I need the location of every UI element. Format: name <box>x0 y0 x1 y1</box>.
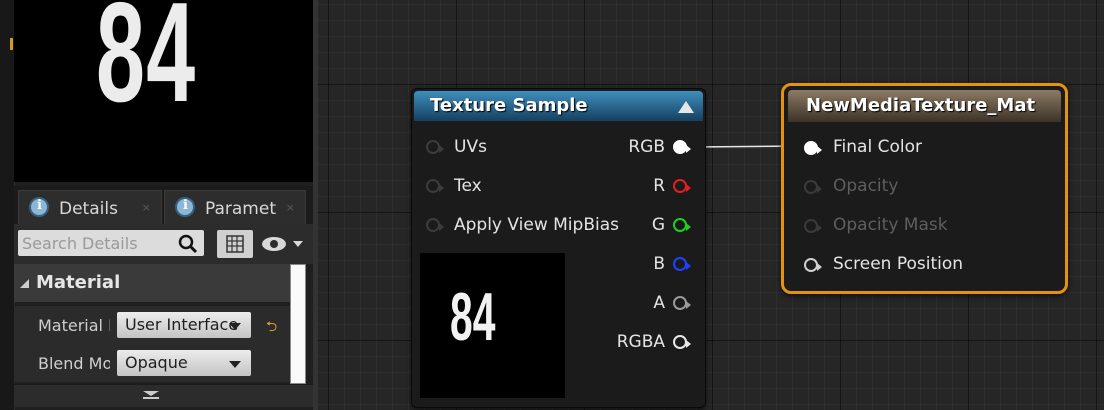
texture-thumbnail: 84 <box>420 253 565 398</box>
output-pin-a[interactable] <box>673 296 691 310</box>
input-label-final-color: Final Color <box>833 137 922 157</box>
input-label-opacity: Opacity <box>833 176 899 196</box>
texture-sample-node[interactable]: Texture Sample UVs Tex Apply View MipBia… <box>411 88 706 408</box>
output-label-g: G <box>651 215 665 235</box>
input-pin[interactable] <box>426 218 444 232</box>
node-title: Texture Sample <box>430 95 588 116</box>
thumbnail-number: 84 <box>450 279 496 355</box>
output-label-rgba: RGBA <box>616 332 665 352</box>
output-label-b: B <box>653 254 665 274</box>
output-pin-r[interactable] <box>673 179 691 193</box>
output-label-rgb: RGB <box>628 137 665 157</box>
material-result-node[interactable]: NewMediaTexture_Mat Final Color Opacity … <box>781 83 1068 294</box>
output-label-r: R <box>653 176 665 196</box>
input-label-uvs: UVs <box>454 137 487 157</box>
input-pin[interactable] <box>426 140 444 154</box>
input-label-tex: Tex <box>454 176 482 196</box>
output-pin-rgb[interactable] <box>673 140 691 154</box>
node-title: NewMediaTexture_Mat <box>806 95 1036 116</box>
output-pin-b[interactable] <box>673 257 691 271</box>
collapse-arrow-icon[interactable] <box>677 100 695 114</box>
node-header[interactable]: NewMediaTexture_Mat <box>788 90 1061 122</box>
input-label-opacity-mask: Opacity Mask <box>833 215 948 235</box>
output-pin-rgba[interactable] <box>673 335 691 349</box>
input-pin[interactable] <box>426 179 444 193</box>
node-header[interactable]: Texture Sample <box>414 91 703 121</box>
input-pin-opacity <box>804 180 822 194</box>
input-pin-opacity-mask <box>804 219 822 233</box>
input-label-mipbias: Apply View MipBias <box>454 215 619 235</box>
input-pin-final-color[interactable] <box>804 141 822 155</box>
input-pin-screen-position[interactable] <box>804 258 822 272</box>
output-pin-g[interactable] <box>673 218 691 232</box>
output-label-a: A <box>653 293 665 313</box>
input-label-screen-position: Screen Position <box>833 254 964 274</box>
